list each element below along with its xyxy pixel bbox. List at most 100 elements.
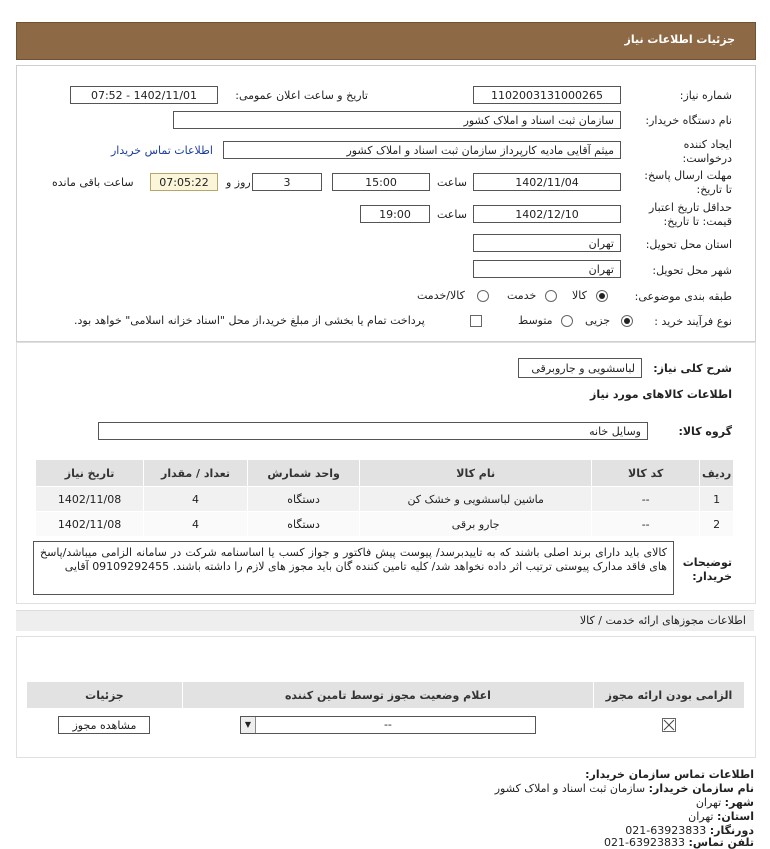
permits-bar: اطلاعات مجوزهای ارائه خدمت / کالا [16,610,754,631]
goods-group-label: گروه کالا: [678,425,732,438]
cell-code: -- [591,511,701,537]
cell-required [592,708,746,742]
col-qty: تعداد / مقدار [143,459,248,487]
validity-time-label: ساعت [437,208,467,221]
notes-label-1: توضیحات [682,556,732,569]
contact-phone-label: تلفن تماس: [688,836,754,849]
contact-phone: تلفن تماس: 63923833-021 [604,836,754,849]
table-row: 1 -- ماشین لباسشویی و خشک کن دستگاه 4 14… [34,486,734,512]
remaining-time-label: ساعت باقی مانده [52,176,134,189]
creator-label-1: ایجاد کننده [683,138,732,151]
notes-label-2: خریدار: [692,570,732,583]
table-row: 2 -- جارو برقی دستگاه 4 1402/11/08 [34,511,734,537]
table-row: -- ▼ مشاهده مجوز [26,708,746,742]
status-select[interactable]: -- ▼ [239,716,536,734]
col-required: الزامی بودن ارائه مجوز [592,681,746,709]
deadline-date-field: 1402/11/04 [473,173,621,191]
status-select-value: -- [383,718,392,731]
cell-date: 1402/11/08 [34,486,145,512]
category-option-goods: کالا [572,289,587,302]
days-field: 3 [252,173,322,191]
contact-city: شهر: تهران [696,796,754,809]
city-label: شهر محل تحویل: [652,264,732,277]
col-row: ردیف [699,459,734,487]
cell-qty: 4 [143,511,248,537]
category-radio-goods[interactable] [596,290,608,302]
deadline-time-field: 15:00 [332,173,430,191]
permits-table: الزامی بودن ارائه مجوز اعلام وضعیت مجوز … [26,681,746,742]
buyer-contact-link[interactable]: اطلاعات تماس خریدار [111,144,213,157]
validity-date-field: 1402/12/10 [473,205,621,223]
process-option-medium: متوسط [518,314,553,327]
contact-city-label: شهر: [724,796,754,809]
deadline-label-1: مهلت ارسال پاسخ: [644,169,732,182]
deadline-label-2: تا تاریخ: [696,183,732,196]
need-number-field: 1102003131000265 [473,86,621,104]
goods-table: ردیف کد کالا نام کالا واحد شمارش تعداد /… [34,459,734,537]
validity-time-field: 19:00 [360,205,430,223]
deadline-time-label: ساعت [437,176,467,189]
col-name: نام کالا [359,459,593,487]
category-radio-service[interactable] [545,290,557,302]
need-number-label: شماره نیاز: [679,89,732,102]
permits-table-header: الزامی بودن ارائه مجوز اعلام وضعیت مجوز … [26,681,746,709]
cell-row: 2 [699,511,734,537]
category-label: طبقه بندی موضوعی: [634,290,732,303]
process-option-minor: جزیی [585,314,611,327]
contact-title: اطلاعات تماس سازمان خریدار: [585,768,754,781]
process-label: نوع فرآیند خرید : [654,315,732,328]
page-title: جزئیات اطلاعات نیاز [624,33,736,46]
goods-group-field: وسایل خانه [98,422,648,440]
buyer-label: نام دستگاه خریدار: [645,114,732,127]
treasury-payment-checkbox[interactable] [470,315,482,327]
validity-label-2: قیمت: تا تاریخ: [663,215,732,228]
col-details: جزئیات [26,681,183,709]
required-checkbox-icon [661,718,676,732]
cell-name: ماشین لباسشویی و خشک کن [359,486,593,512]
summary-field: لباسشویی و جاروبرقی [518,358,642,378]
days-label: روز و [226,176,251,189]
announce-field: 1402/11/01 - 07:52 [70,86,218,104]
goods-info-title: اطلاعات کالاهای مورد نیاز [590,388,732,401]
contact-org: نام سازمان خریدار: سازمان ثبت اسناد و ام… [495,782,754,795]
validity-label-1: حداقل تاریخ اعتبار [648,201,732,214]
contact-city-value: تهران [695,796,722,809]
col-unit: واحد شمارش [246,459,361,487]
creator-field: میثم آقایی مادیه کارپرداز سازمان ثبت اسن… [223,141,621,159]
view-permit-button[interactable]: مشاهده مجوز [58,716,151,734]
contact-org-label: نام سازمان خریدار: [648,782,754,795]
city-field: تهران [473,260,621,278]
summary-label: شرح کلی نیاز: [653,362,732,375]
process-radio-minor[interactable] [621,315,633,327]
cell-code: -- [591,486,701,512]
col-code: کد کالا [591,459,701,487]
cell-date: 1402/11/08 [34,511,145,537]
category-option-service: خدمت [507,289,537,302]
contact-org-value: سازمان ثبت اسناد و املاک کشور [494,782,646,795]
contact-province-value: تهران [688,810,714,823]
col-date: تاریخ نیاز [34,459,145,487]
province-field: تهران [473,234,621,252]
creator-label-2: درخواست: [682,152,732,165]
announce-label: تاریخ و ساعت اعلان عمومی: [235,89,368,102]
cell-details: مشاهده مجوز [26,708,183,742]
col-status: اعلام وضعیت مجوز توسط تامین کننده [181,681,594,709]
category-radio-both[interactable] [477,290,489,302]
contact-province: استان: تهران [688,810,754,823]
buyer-field: سازمان ثبت اسناد و املاک کشور [173,111,621,129]
cell-unit: دستگاه [246,486,361,512]
contact-province-label: استان: [717,810,754,823]
cell-status: -- ▼ [181,708,594,742]
contact-phone-value: 63923833-021 [604,836,686,849]
category-option-both: کالا/خدمت [417,289,465,302]
page-header: جزئیات اطلاعات نیاز [16,22,756,60]
permits-title: اطلاعات مجوزهای ارائه خدمت / کالا [579,614,746,627]
goods-table-header: ردیف کد کالا نام کالا واحد شمارش تعداد /… [34,459,734,487]
process-radio-medium[interactable] [561,315,573,327]
remaining-time-field: 07:05:22 [150,173,218,191]
cell-qty: 4 [143,486,248,512]
cell-name: جارو برقی [359,511,593,537]
chevron-down-icon[interactable]: ▼ [240,717,256,733]
treasury-payment-text: پرداخت تمام یا بخشی از مبلغ خرید،از محل … [74,314,425,327]
province-label: استان محل تحویل: [645,238,732,251]
